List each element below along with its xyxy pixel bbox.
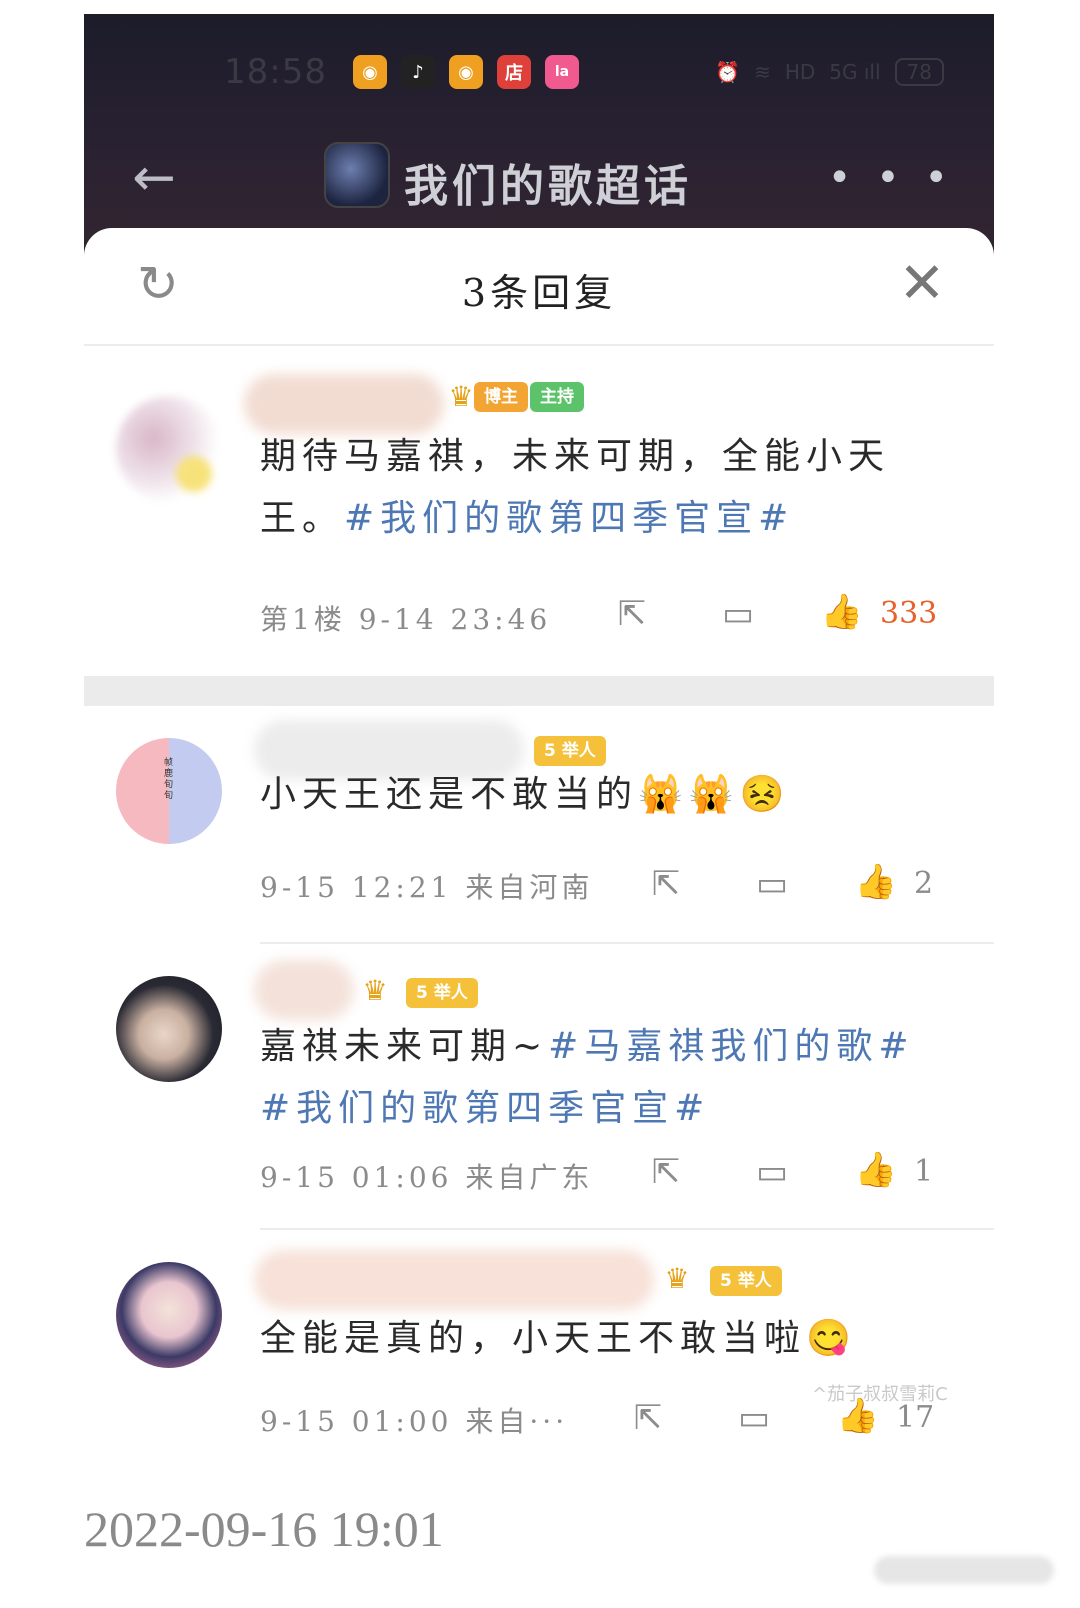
watermark: ^茄子叔叔雪莉C xyxy=(812,1384,948,1405)
blogger-badge: 博主 xyxy=(474,382,528,412)
shop-icon: 店 xyxy=(496,55,531,89)
level-title: 举人 xyxy=(737,1271,772,1291)
comment-item: ♛ 5 举人 全能是真的，小天王不敢当啦😋 9-15 01:00 来自··· ⇱… xyxy=(84,1230,994,1474)
username[interactable] xyxy=(244,374,444,434)
sheet-header: ↻ 3条回复 ✕ xyxy=(84,228,994,346)
like-count: 333 xyxy=(880,596,938,631)
comment-item: ♛ 博主 主持 期待马嘉祺，未来可期，全能小天王。#我们的歌第四季官宣# 第1楼… xyxy=(84,346,994,676)
battery-icon: 78 xyxy=(894,58,944,86)
like-count: 2 xyxy=(914,866,934,901)
comment-meta: 9-15 12:21 来自河南 xyxy=(260,871,594,904)
comment-plain-text: 小天王还是不敢当的 xyxy=(260,774,639,815)
level-number: 5 xyxy=(544,741,556,761)
level-badge: 5 举人 xyxy=(534,736,606,766)
comment-text: 嘉祺未来可期~#马嘉祺我们的歌# #我们的歌第四季官宣# xyxy=(260,1016,950,1140)
lalai-icon: la xyxy=(544,55,579,89)
comment-item: ♛ 5 举人 嘉祺未来可期~#马嘉祺我们的歌# #我们的歌第四季官宣# 9-15… xyxy=(84,944,994,1232)
like-icon[interactable]: 👍 xyxy=(820,592,864,632)
level-badge: 5 举人 xyxy=(710,1266,782,1296)
back-arrow-icon[interactable]: ← xyxy=(122,146,186,210)
more-options-icon[interactable]: • • • xyxy=(828,146,954,210)
blurred-label xyxy=(874,1556,1054,1584)
comment-text: 期待马嘉祺，未来可期，全能小天王。#我们的歌第四季官宣# xyxy=(260,426,950,550)
reply-icon[interactable]: ▭ xyxy=(750,864,794,904)
avatar[interactable]: 帧 鹿 旬 旬 xyxy=(116,738,222,844)
status-indicators: ⏰ ≋ HD 5G ıll 78 xyxy=(715,58,944,86)
close-icon[interactable]: ✕ xyxy=(894,256,950,312)
avatar-text: 帧 鹿 旬 旬 xyxy=(164,758,174,801)
like-count: 1 xyxy=(914,1154,934,1189)
reply-icon[interactable]: ▭ xyxy=(716,594,760,634)
top-bar: 18:58 ◉ ♪ ◉ 店 la ⏰ ≋ HD 5G ıll 78 ← 我们的歌… xyxy=(84,14,994,264)
screenshot-date: 2022-09-16 19:01 xyxy=(84,1501,444,1557)
level-title: 举人 xyxy=(433,983,468,1003)
section-divider xyxy=(84,676,994,706)
phone-screen: 18:58 ◉ ♪ ◉ 店 la ⏰ ≋ HD 5G ıll 78 ← 我们的歌… xyxy=(84,14,994,1474)
status-bar: 18:58 ◉ ♪ ◉ 店 la ⏰ ≋ HD 5G ıll 78 xyxy=(224,50,944,94)
comment-plain-text: 嘉祺未来可期~ xyxy=(260,1026,549,1067)
wifi-icon: ≋ xyxy=(754,60,771,84)
host-badge: 主持 xyxy=(530,382,584,412)
comment-meta: 第1楼 9-14 23:46 xyxy=(260,603,552,636)
comment-meta: 9-15 01:00 来自··· xyxy=(260,1405,569,1438)
alarm-icon: ⏰ xyxy=(715,60,741,84)
sheet-title: 3条回复 xyxy=(461,271,617,315)
comment-text: 全能是真的，小天王不敢当啦😋 xyxy=(260,1308,950,1370)
share-icon[interactable]: ⇱ xyxy=(644,864,688,904)
weibo-icon: ◉ xyxy=(448,55,483,89)
comment-plain-text: 全能是真的，小天王不敢当啦 xyxy=(260,1318,807,1359)
page-title[interactable]: 我们的歌超话 xyxy=(404,150,692,214)
emoji-set: 🙀🙀😣 xyxy=(638,774,791,815)
username[interactable] xyxy=(254,960,354,1020)
reply-icon[interactable]: ▭ xyxy=(732,1398,776,1438)
weibo-icon: ◉ xyxy=(352,55,387,89)
comment-item: 帧 鹿 旬 旬 5 举人 小天王还是不敢当的🙀🙀😣 9-15 12:21 来自河… xyxy=(84,706,994,946)
replies-sheet: ↻ 3条回复 ✕ ♛ 博主 主持 期待马嘉祺，未来可期，全能小天王。#我们的歌第… xyxy=(84,228,994,1474)
crown-icon: ♛ xyxy=(448,380,474,413)
avatar[interactable] xyxy=(116,1262,222,1368)
crown-icon: ♛ xyxy=(664,1262,690,1295)
like-icon[interactable]: 👍 xyxy=(854,1150,898,1190)
status-time: 18:58 xyxy=(224,52,327,92)
level-badge: 5 举人 xyxy=(406,978,478,1008)
share-icon[interactable]: ⇱ xyxy=(626,1398,670,1438)
share-icon[interactable]: ⇱ xyxy=(644,1152,688,1192)
supertopic-logo[interactable] xyxy=(324,142,390,208)
level-title: 举人 xyxy=(561,741,596,761)
level-number: 5 xyxy=(720,1271,732,1291)
nav-bar: ← 我们的歌超话 • • • xyxy=(84,124,994,234)
like-icon[interactable]: 👍 xyxy=(854,862,898,902)
username[interactable] xyxy=(254,1250,654,1310)
reply-icon[interactable]: ▭ xyxy=(750,1152,794,1192)
avatar[interactable] xyxy=(116,976,222,1082)
emoji-set: 😋 xyxy=(806,1318,857,1359)
crown-icon: ♛ xyxy=(362,974,388,1007)
share-icon[interactable]: ⇱ xyxy=(610,594,654,634)
tiktok-icon: ♪ xyxy=(400,55,435,89)
signal-icon: 5G ıll xyxy=(829,60,881,84)
comment-meta: 9-15 01:06 来自广东 xyxy=(260,1161,594,1194)
hashtag-link[interactable]: #我们的歌第四季官宣# xyxy=(344,498,794,539)
level-number: 5 xyxy=(416,983,428,1003)
hd-icon: HD xyxy=(784,60,816,84)
comment-text: 小天王还是不敢当的🙀🙀😣 xyxy=(260,764,950,826)
avatar[interactable] xyxy=(116,396,222,502)
